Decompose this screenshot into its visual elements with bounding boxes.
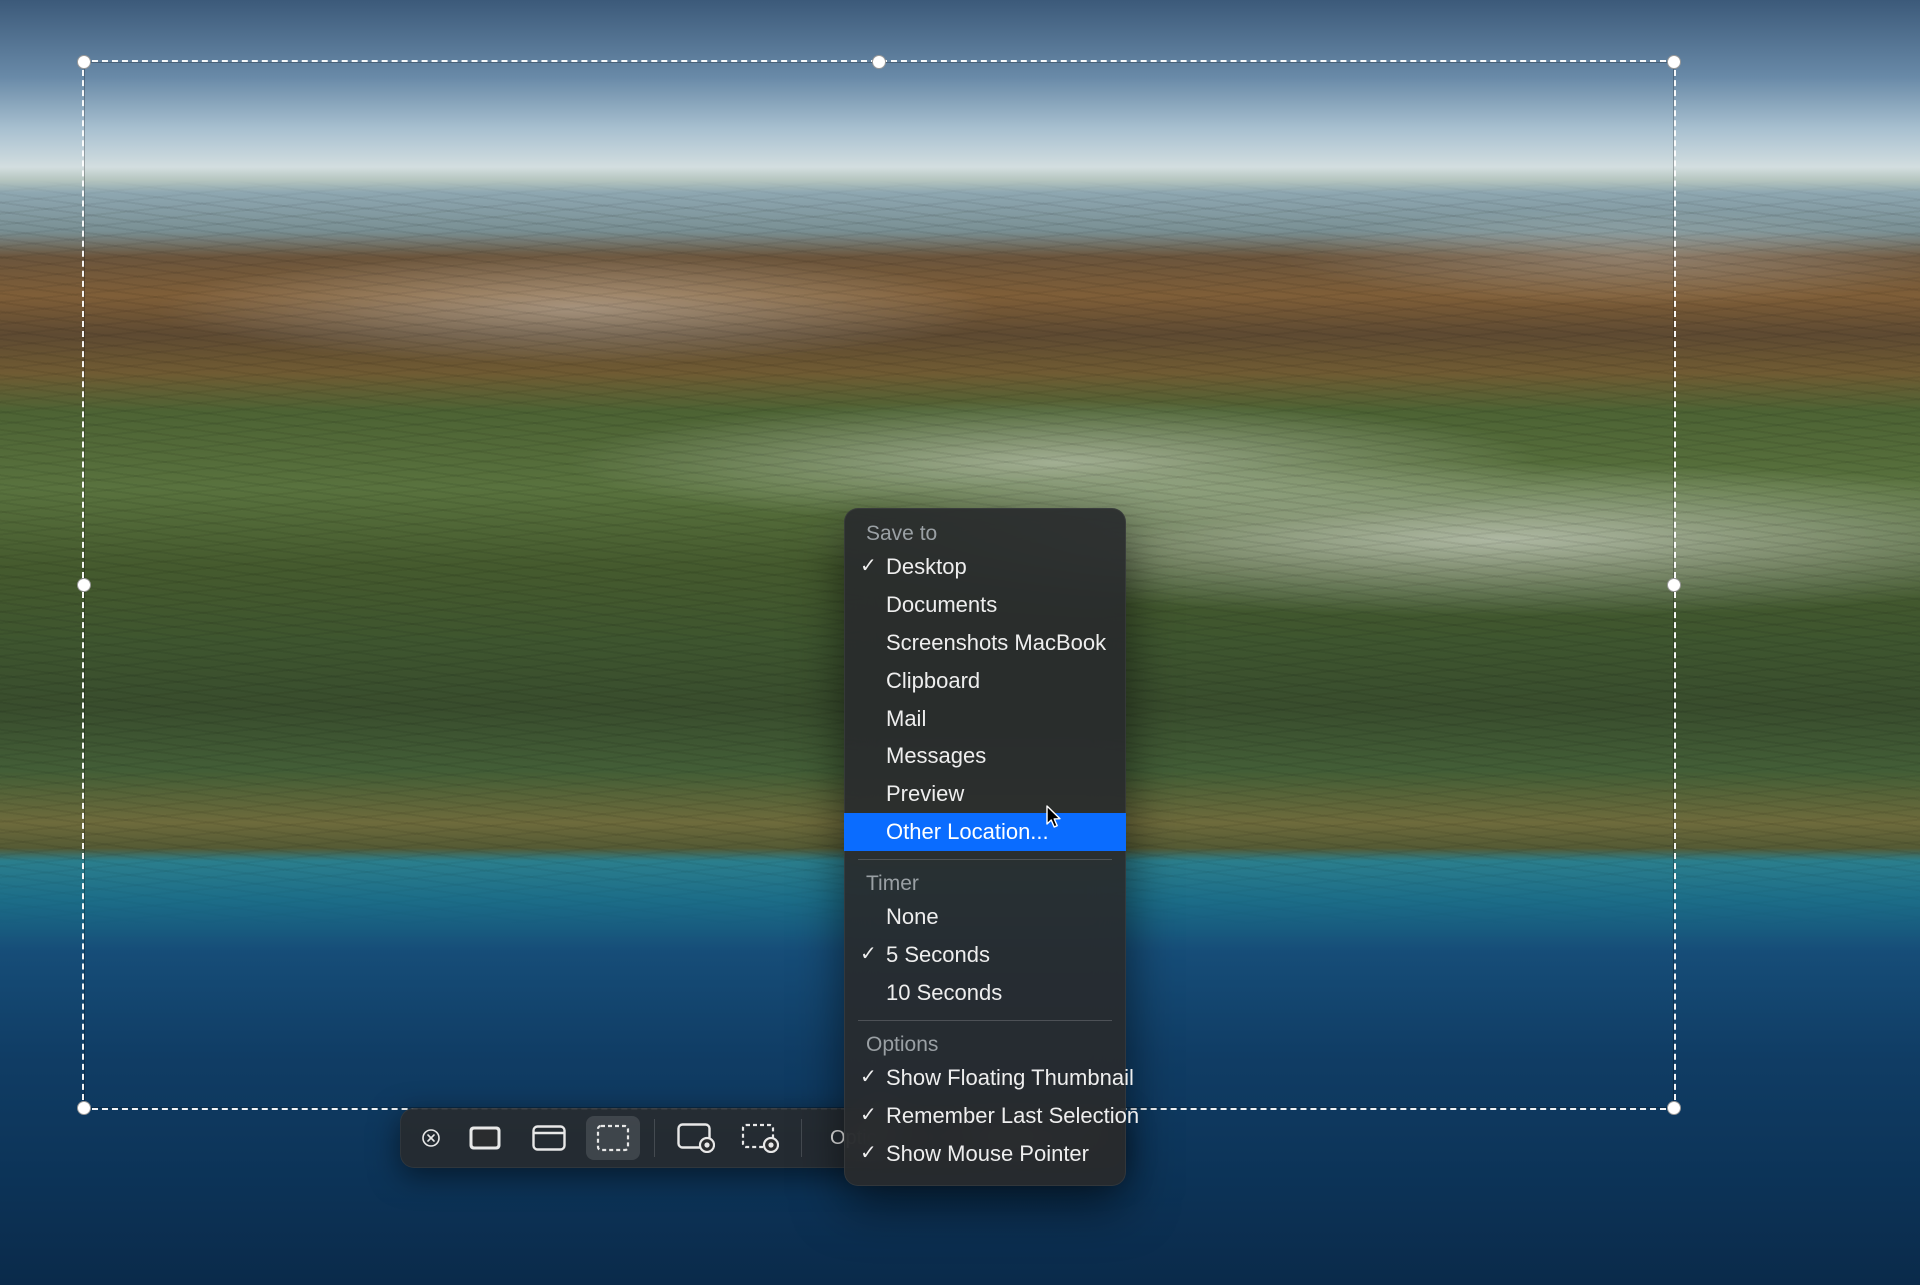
menu-item[interactable]: ✓Remember Last Selection — [844, 1097, 1126, 1135]
menu-item[interactable]: Mail — [844, 700, 1126, 738]
toolbar-separator — [801, 1119, 802, 1157]
capture-selected-window-button[interactable] — [522, 1116, 576, 1160]
menu-item[interactable]: ✓ Desktop — [844, 548, 1126, 586]
menu-item[interactable]: Clipboard — [844, 662, 1126, 700]
menu-item-label: 10 Seconds — [886, 980, 1002, 1005]
record-screen-icon — [677, 1123, 715, 1153]
menu-item[interactable]: Messages — [844, 737, 1126, 775]
selection-handle-nw[interactable] — [77, 55, 91, 69]
checkmark-icon: ✓ — [860, 1063, 877, 1092]
capture-entire-screen-button[interactable] — [458, 1116, 512, 1160]
record-selection-icon — [741, 1123, 779, 1153]
menu-item[interactable]: ✓ Show Mouse Pointer — [844, 1135, 1126, 1173]
toolbar-separator — [654, 1119, 655, 1157]
menu-item-label: Remember Last Selection — [886, 1103, 1139, 1128]
screen-icon — [468, 1125, 502, 1151]
capture-selected-portion-button[interactable] — [586, 1116, 640, 1160]
menu-item[interactable]: Screenshots MacBook — [844, 624, 1126, 662]
menu-item[interactable]: ✓Show Floating Thumbnail — [844, 1059, 1126, 1097]
menu-item[interactable]: Other Location... — [844, 813, 1126, 851]
menu-divider — [858, 859, 1112, 860]
menu-item-label: Mail — [886, 706, 926, 731]
menu-section-title: Timer — [844, 868, 1126, 898]
selection-handle-n[interactable] — [872, 55, 886, 69]
menu-item-label: Other Location... — [886, 819, 1049, 844]
checkmark-icon: ✓ — [860, 552, 877, 581]
menu-section-title: Save to — [844, 518, 1126, 548]
menu-item-label: Screenshots MacBook — [886, 630, 1106, 655]
menu-item-label: 5 Seconds — [886, 942, 990, 967]
close-button[interactable] — [414, 1121, 448, 1155]
record-selected-portion-button[interactable] — [733, 1116, 787, 1160]
menu-item-label: Desktop — [886, 554, 967, 579]
menu-item[interactable]: 10 Seconds — [844, 974, 1126, 1012]
menu-item-label: Show Mouse Pointer — [886, 1141, 1089, 1166]
selection-handle-se[interactable] — [1667, 1101, 1681, 1115]
menu-item-label: Messages — [886, 743, 986, 768]
menu-divider — [858, 1020, 1112, 1021]
selection-handle-w[interactable] — [77, 578, 91, 592]
menu-item-label: Clipboard — [886, 668, 980, 693]
menu-section-title: Options — [844, 1029, 1126, 1059]
record-entire-screen-button[interactable] — [669, 1116, 723, 1160]
selection-handle-ne[interactable] — [1667, 55, 1681, 69]
checkmark-icon: ✓ — [860, 1138, 877, 1167]
close-icon — [422, 1129, 440, 1147]
selection-handle-e[interactable] — [1667, 578, 1681, 592]
menu-item[interactable]: Preview — [844, 775, 1126, 813]
menu-item-label: Preview — [886, 781, 964, 806]
selection-icon — [596, 1124, 630, 1152]
menu-item[interactable]: None — [844, 898, 1126, 936]
checkmark-icon: ✓ — [860, 1101, 877, 1130]
selection-handle-sw[interactable] — [77, 1101, 91, 1115]
menu-item-label: Documents — [886, 592, 997, 617]
window-icon — [532, 1125, 566, 1151]
menu-item[interactable]: ✓ 5 Seconds — [844, 936, 1126, 974]
checkmark-icon: ✓ — [860, 940, 877, 969]
menu-item-label: None — [886, 904, 939, 929]
menu-item[interactable]: Documents — [844, 586, 1126, 624]
options-menu: Save to ✓ Desktop Documents Screenshots MacB… — [844, 508, 1126, 1186]
menu-item-label: Show Floating Thumbnail — [886, 1065, 1134, 1090]
